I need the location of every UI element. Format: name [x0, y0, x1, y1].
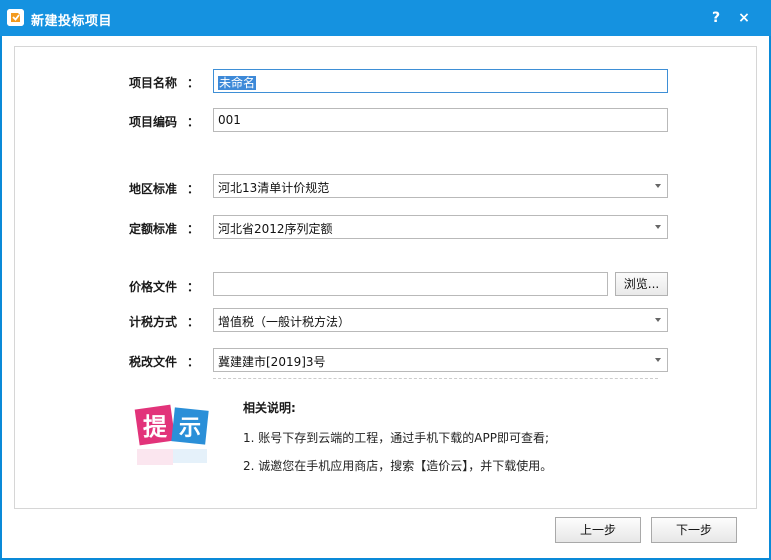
- region-standard-colon: ：: [187, 182, 200, 196]
- chevron-down-icon: [655, 184, 661, 188]
- chevron-down-icon: [655, 358, 661, 362]
- project-code-value: 001: [218, 113, 241, 127]
- region-standard-select[interactable]: 河北13清单计价规范: [213, 174, 668, 198]
- notes-title: 相关说明:: [243, 401, 296, 415]
- dialog-body: 项目名称 ： 未命名 项目编码 ： 001 地区标准 ： 河北13清单计价规范 …: [2, 36, 769, 558]
- help-button[interactable]: ?: [706, 8, 726, 28]
- browse-button[interactable]: 浏览...: [615, 272, 668, 296]
- price-file-label: 价格文件: [129, 280, 178, 294]
- note-item: 2. 诚邀您在手机应用商店，搜索【造价云】，并下载使用。: [243, 459, 553, 473]
- chevron-down-icon: [655, 318, 661, 322]
- chevron-down-icon: [655, 225, 661, 229]
- divider: [213, 378, 658, 379]
- project-name-colon: ：: [187, 76, 200, 90]
- tax-method-colon: ：: [187, 315, 200, 329]
- dialog-window: 新建投标项目 ? × 项目名称 ： 未命名 项目编码 ： 001 地区标准 ： …: [0, 0, 771, 560]
- prev-step-button[interactable]: 上一步: [555, 517, 641, 543]
- title-bar: 新建投标项目 ? ×: [0, 0, 771, 36]
- tip-logo-char-1: 提: [143, 413, 168, 441]
- tax-method-select[interactable]: 增值税（一般计税方法）: [213, 308, 668, 332]
- app-logo-icon: [7, 9, 24, 26]
- region-standard-label: 地区标准: [129, 182, 178, 196]
- tax-reform-file-colon: ：: [187, 355, 200, 369]
- quota-standard-colon: ：: [187, 222, 200, 236]
- price-file-colon: ：: [187, 280, 200, 294]
- tax-reform-file-label: 税改文件: [129, 355, 178, 369]
- note-item: 1. 账号下存到云端的工程，通过手机下载的APP即可查看;: [243, 431, 549, 445]
- project-name-label: 项目名称: [129, 76, 178, 90]
- tax-reform-file-select[interactable]: 冀建建市[2019]3号: [213, 348, 668, 372]
- project-code-label: 项目编码: [129, 115, 178, 129]
- project-name-value: 未命名: [218, 76, 257, 90]
- tax-method-label: 计税方式: [129, 315, 178, 329]
- tax-method-value: 增值税（一般计税方法）: [218, 315, 351, 329]
- region-standard-value: 河北13清单计价规范: [218, 181, 330, 195]
- quota-standard-label: 定额标准: [129, 222, 178, 236]
- project-code-colon: ：: [187, 115, 200, 129]
- project-name-input[interactable]: 未命名: [213, 69, 668, 93]
- project-code-input[interactable]: 001: [213, 108, 668, 132]
- window-title: 新建投标项目: [31, 14, 113, 29]
- tax-reform-file-value: 冀建建市[2019]3号: [218, 355, 326, 369]
- close-button[interactable]: ×: [734, 8, 754, 28]
- quota-standard-value: 河北省2012序列定额: [218, 222, 333, 236]
- next-step-button[interactable]: 下一步: [651, 517, 737, 543]
- tip-logo-char-2: 示: [179, 416, 201, 441]
- price-file-input[interactable]: [213, 272, 608, 296]
- tip-logo-icon: 提 示: [134, 404, 209, 465]
- form-panel: 项目名称 ： 未命名 项目编码 ： 001 地区标准 ： 河北13清单计价规范 …: [14, 46, 757, 509]
- quota-standard-select[interactable]: 河北省2012序列定额: [213, 215, 668, 239]
